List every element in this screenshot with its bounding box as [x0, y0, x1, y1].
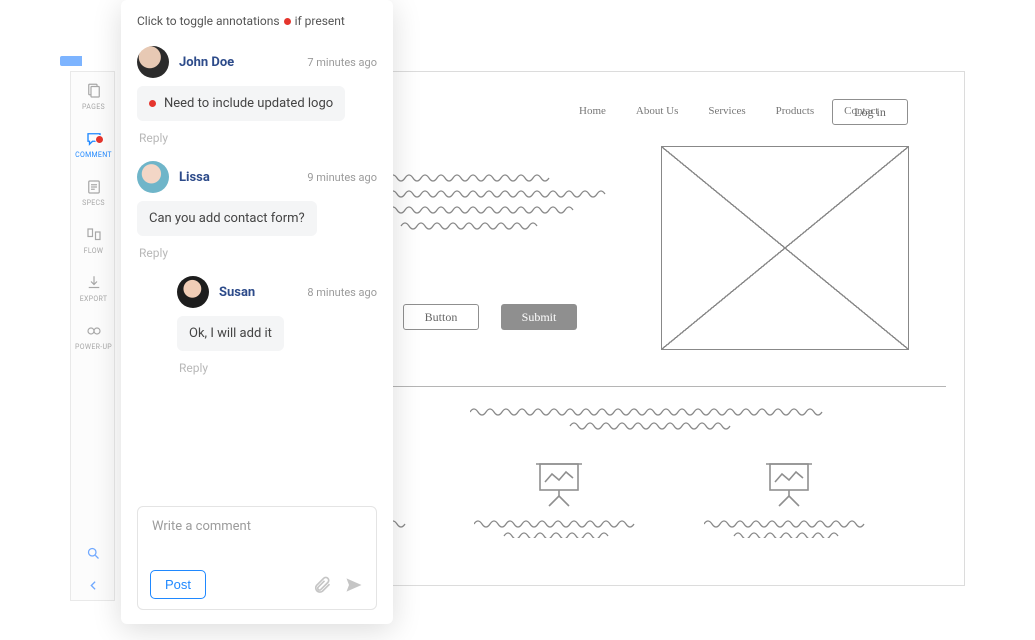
sidebar-label-flow: FLOW — [84, 247, 104, 255]
comment-badge-dot — [95, 135, 104, 144]
comment-author[interactable]: Lissa — [179, 170, 210, 185]
avatar[interactable] — [177, 276, 209, 308]
export-icon — [85, 274, 103, 292]
comment-author[interactable]: John Doe — [179, 55, 234, 70]
sidebar-item-specs[interactable]: SPECS — [71, 168, 116, 216]
post-button[interactable]: Post — [150, 570, 206, 599]
squiggle-block — [474, 518, 644, 538]
send-icon[interactable] — [344, 575, 364, 595]
annotation-marker-icon — [149, 100, 156, 107]
comment-text: Need to include updated logo — [164, 96, 333, 111]
zoom-icon[interactable] — [86, 546, 101, 561]
reply-link[interactable]: Reply — [139, 246, 377, 260]
comment-time: 9 minutes ago — [307, 171, 377, 184]
wf-nav-item: About Us — [636, 105, 678, 117]
sidebar-label-specs: SPECS — [82, 199, 105, 207]
squiggle-block — [470, 406, 830, 432]
attach-icon[interactable] — [312, 575, 332, 595]
comment-item: Lissa 9 minutes ago Can you add contact … — [137, 161, 377, 236]
wf-nav-item: Home — [579, 105, 606, 117]
flow-icon — [85, 226, 103, 244]
comment-bubble[interactable]: Need to include updated logo — [137, 86, 345, 121]
comment-author[interactable]: Susan — [219, 285, 255, 300]
comment-panel: Click to toggle annotations if present J… — [121, 0, 393, 624]
comment-item: John Doe 7 minutes ago Need to include u… — [137, 46, 377, 121]
sidebar-label-export: EXPORT — [80, 295, 108, 303]
comment-time: 7 minutes ago — [307, 56, 377, 69]
sidebar-label-comment: COMMENT — [75, 151, 112, 159]
sidebar-item-flow[interactable]: FLOW — [71, 216, 116, 264]
comment-composer[interactable]: Write a comment Post — [137, 506, 377, 610]
specs-icon — [85, 178, 103, 196]
wf-button-filled: Submit — [501, 304, 577, 330]
comment-time: 8 minutes ago — [307, 286, 377, 299]
wf-card — [529, 460, 589, 538]
wf-caption — [435, 406, 864, 432]
presentation-icon — [762, 460, 816, 508]
wf-nav-item: Services — [708, 105, 745, 117]
comment-text: Can you add contact form? — [149, 211, 305, 226]
sidebar-bottom — [71, 546, 116, 592]
sidebar-item-export[interactable]: EXPORT — [71, 264, 116, 312]
sidebar-item-pages[interactable]: PAGES — [71, 72, 116, 120]
wf-image-placeholder — [661, 146, 909, 350]
wf-login-button: Log in — [832, 99, 908, 125]
wf-button-outline: Button — [403, 304, 479, 330]
sidebar-label-powerup: POWER-UP — [75, 343, 112, 351]
note-text-post: if present — [295, 14, 345, 28]
annotation-dot-icon — [284, 18, 291, 25]
comment-bubble[interactable]: Ok, I will add it — [177, 316, 284, 351]
pages-icon — [85, 82, 103, 100]
sidebar-accent — [60, 56, 82, 66]
presentation-icon — [532, 460, 586, 508]
composer-placeholder: Write a comment — [152, 519, 362, 534]
annotation-toggle-note[interactable]: Click to toggle annotations if present — [137, 14, 377, 28]
comment-bubble[interactable]: Can you add contact form? — [137, 201, 317, 236]
reply-link[interactable]: Reply — [139, 131, 377, 145]
avatar[interactable] — [137, 161, 169, 193]
sidebar-item-comment[interactable]: COMMENT — [71, 120, 116, 168]
collapse-icon[interactable] — [87, 579, 100, 592]
sidebar-label-pages: PAGES — [82, 103, 105, 111]
sidebar-item-powerup[interactable]: POWER-UP — [71, 312, 116, 360]
comment-item-nested: Susan 8 minutes ago Ok, I will add it Re… — [177, 276, 377, 375]
wf-card — [759, 460, 819, 538]
reply-link[interactable]: Reply — [179, 361, 377, 375]
comment-text: Ok, I will add it — [189, 326, 272, 341]
wf-nav-item: Products — [776, 105, 815, 117]
note-text-pre: Click to toggle annotations — [137, 14, 280, 28]
tool-sidebar: PAGES COMMENT SPECS FLOW EXPORT POWER-UP — [70, 71, 115, 601]
avatar[interactable] — [137, 46, 169, 78]
powerup-icon — [85, 322, 103, 340]
squiggle-block — [704, 518, 874, 538]
